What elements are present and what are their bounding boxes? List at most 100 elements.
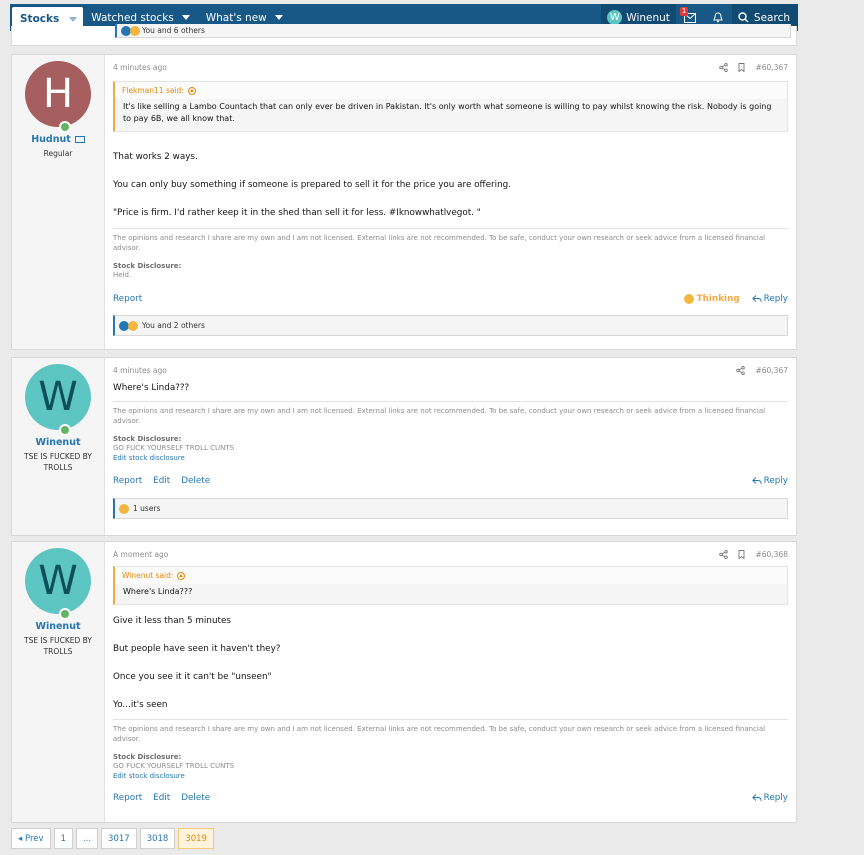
avatar[interactable]: W bbox=[25, 548, 91, 620]
chevron-down-icon[interactable] bbox=[181, 15, 190, 20]
reactions-summary: 1 users bbox=[133, 504, 161, 513]
quote-block: Winenut said: Where's Linda??? bbox=[113, 566, 788, 605]
avatar[interactable]: W bbox=[25, 364, 91, 436]
post-user-column: W Winenut TSE IS FUCKED BY TROLLS bbox=[12, 358, 105, 535]
online-status-icon bbox=[59, 121, 71, 133]
arrow-up-icon[interactable] bbox=[187, 86, 196, 95]
online-status-icon bbox=[59, 608, 71, 620]
delete-link[interactable]: Delete bbox=[181, 793, 210, 803]
arrow-up-icon[interactable] bbox=[177, 571, 186, 580]
alerts-badge: 1 bbox=[679, 7, 689, 16]
post-user-column: W Winenut TSE IS FUCKED BY TROLLS bbox=[12, 542, 105, 822]
disclosure-text: GO FUCK YOURSELF TROLL CUNTS bbox=[113, 762, 235, 770]
online-status-icon bbox=[59, 424, 71, 436]
avatar[interactable]: H bbox=[25, 61, 91, 133]
post-paragraph: Yo...it's seen bbox=[113, 700, 168, 710]
thinking-icon bbox=[130, 25, 140, 36]
share-icon[interactable] bbox=[736, 365, 746, 375]
report-link[interactable]: Report bbox=[113, 476, 142, 486]
chevron-down-icon[interactable] bbox=[274, 15, 283, 20]
post-paragraph: Where's Linda??? bbox=[113, 383, 190, 393]
reply-button[interactable]: Reply bbox=[751, 793, 788, 803]
username-link[interactable]: Winenut bbox=[35, 621, 80, 632]
page-skip-button[interactable]: ... bbox=[75, 828, 99, 849]
account-username: Winenut bbox=[626, 11, 670, 24]
quote-author-row[interactable]: Flekman11 said: bbox=[115, 82, 787, 99]
username-link[interactable]: Hudnut bbox=[31, 134, 71, 145]
post-time[interactable]: A moment ago bbox=[113, 550, 168, 559]
quote-author: Winenut said: bbox=[122, 571, 174, 580]
disclosure-text: Held. bbox=[113, 271, 132, 279]
reactions-bar[interactable]: 1 users bbox=[113, 498, 788, 519]
report-link[interactable]: Report bbox=[113, 294, 142, 304]
edit-disclosure-link[interactable]: Edit stock disclosure bbox=[113, 453, 788, 463]
user-title: Regular bbox=[43, 149, 73, 158]
chevron-down-icon[interactable] bbox=[69, 16, 78, 22]
user-title: TSE IS FUCKED BY TROLLS bbox=[24, 452, 92, 472]
post-meta: 4 minutes ago #60,367 bbox=[113, 61, 788, 73]
post-number[interactable]: #60,368 bbox=[755, 550, 788, 559]
reactions-summary: You and 2 others bbox=[142, 321, 205, 330]
reactions-bar[interactable]: You and 2 others bbox=[113, 315, 788, 336]
edit-disclosure-link[interactable]: Edit stock disclosure bbox=[113, 771, 788, 781]
previous-post-tail: You and 6 others bbox=[11, 24, 797, 46]
share-icon[interactable] bbox=[719, 62, 729, 72]
reactions-bar[interactable]: You and 6 others bbox=[115, 24, 791, 38]
post-user-column: H Hudnut Regular bbox=[12, 55, 105, 349]
reply-icon bbox=[751, 477, 762, 485]
signature: The opinions and research I share are my… bbox=[113, 228, 788, 253]
post-number[interactable]: #60,367 bbox=[755, 63, 788, 72]
reply-icon bbox=[751, 295, 762, 303]
post: H Hudnut Regular 4 minutes ago #60,367 F… bbox=[11, 54, 797, 350]
envelope-icon[interactable] bbox=[74, 136, 85, 143]
post-number[interactable]: #60,367 bbox=[755, 366, 788, 375]
bookmark-icon[interactable] bbox=[738, 62, 745, 72]
post-paragraph: But people have seen it haven't they? bbox=[113, 644, 281, 654]
reaction-label: Thinking bbox=[696, 294, 740, 304]
quote-text: Where's Linda??? bbox=[123, 587, 193, 596]
nav-tab-label: Stocks bbox=[20, 13, 60, 25]
thinking-icon bbox=[119, 503, 129, 514]
post-time[interactable]: 4 minutes ago bbox=[113, 63, 167, 72]
reaction-thinking-button[interactable]: Thinking bbox=[683, 294, 740, 304]
nav-tab-label: Watched stocks bbox=[91, 11, 174, 24]
bookmark-icon[interactable] bbox=[738, 549, 745, 559]
username-link[interactable]: Winenut bbox=[35, 437, 80, 448]
share-icon[interactable] bbox=[719, 549, 729, 559]
signature: The opinions and research I share are my… bbox=[113, 719, 788, 744]
pagination: ◂ Prev 1 ... 3017 3018 3019 bbox=[11, 828, 214, 849]
disclosure-label: Stock Disclosure: bbox=[113, 753, 182, 761]
post: W Winenut TSE IS FUCKED BY TROLLS 4 minu… bbox=[11, 357, 797, 536]
current-page[interactable]: 3019 bbox=[178, 828, 214, 849]
report-link[interactable]: Report bbox=[113, 793, 142, 803]
disclosure-label: Stock Disclosure: bbox=[113, 435, 182, 443]
reply-icon bbox=[751, 794, 762, 802]
username-row: Winenut bbox=[35, 621, 80, 632]
post-time[interactable]: 4 minutes ago bbox=[113, 366, 167, 375]
post-meta: A moment ago #60,368 bbox=[113, 548, 788, 560]
prev-page-button[interactable]: ◂ Prev bbox=[11, 828, 51, 849]
page-link[interactable]: 3018 bbox=[139, 828, 176, 849]
post-content: A moment ago #60,368 Winenut said: Where… bbox=[105, 542, 796, 822]
disclosure-text: GO FUCK YOURSELF TROLL CUNTS bbox=[113, 444, 235, 452]
quote-author: Flekman11 said: bbox=[122, 86, 184, 95]
reply-button[interactable]: Reply bbox=[751, 476, 788, 486]
post-paragraph: That works 2 ways. bbox=[113, 152, 198, 162]
avatar-initial: W bbox=[38, 558, 78, 604]
post: W Winenut TSE IS FUCKED BY TROLLS A mome… bbox=[11, 541, 797, 823]
reply-label: Reply bbox=[763, 793, 788, 803]
search-icon bbox=[738, 12, 749, 23]
post-actions: Report Thinking Reply bbox=[113, 292, 788, 306]
avatar-initial: H bbox=[42, 71, 74, 117]
page-link[interactable]: 3017 bbox=[101, 828, 137, 849]
quote-author-row[interactable]: Winenut said: bbox=[115, 567, 787, 584]
reply-button[interactable]: Reply bbox=[751, 294, 788, 304]
delete-link[interactable]: Delete bbox=[181, 476, 210, 486]
quote-text: It's like selling a Lambo Countach that … bbox=[123, 102, 772, 123]
edit-link[interactable]: Edit bbox=[153, 793, 170, 803]
reactions-summary: You and 6 others bbox=[142, 26, 205, 35]
page-link[interactable]: 1 bbox=[53, 828, 73, 849]
user-title: TSE IS FUCKED BY TROLLS bbox=[24, 636, 92, 656]
post-paragraph: You can only buy something if someone is… bbox=[113, 180, 512, 190]
edit-link[interactable]: Edit bbox=[153, 476, 170, 486]
